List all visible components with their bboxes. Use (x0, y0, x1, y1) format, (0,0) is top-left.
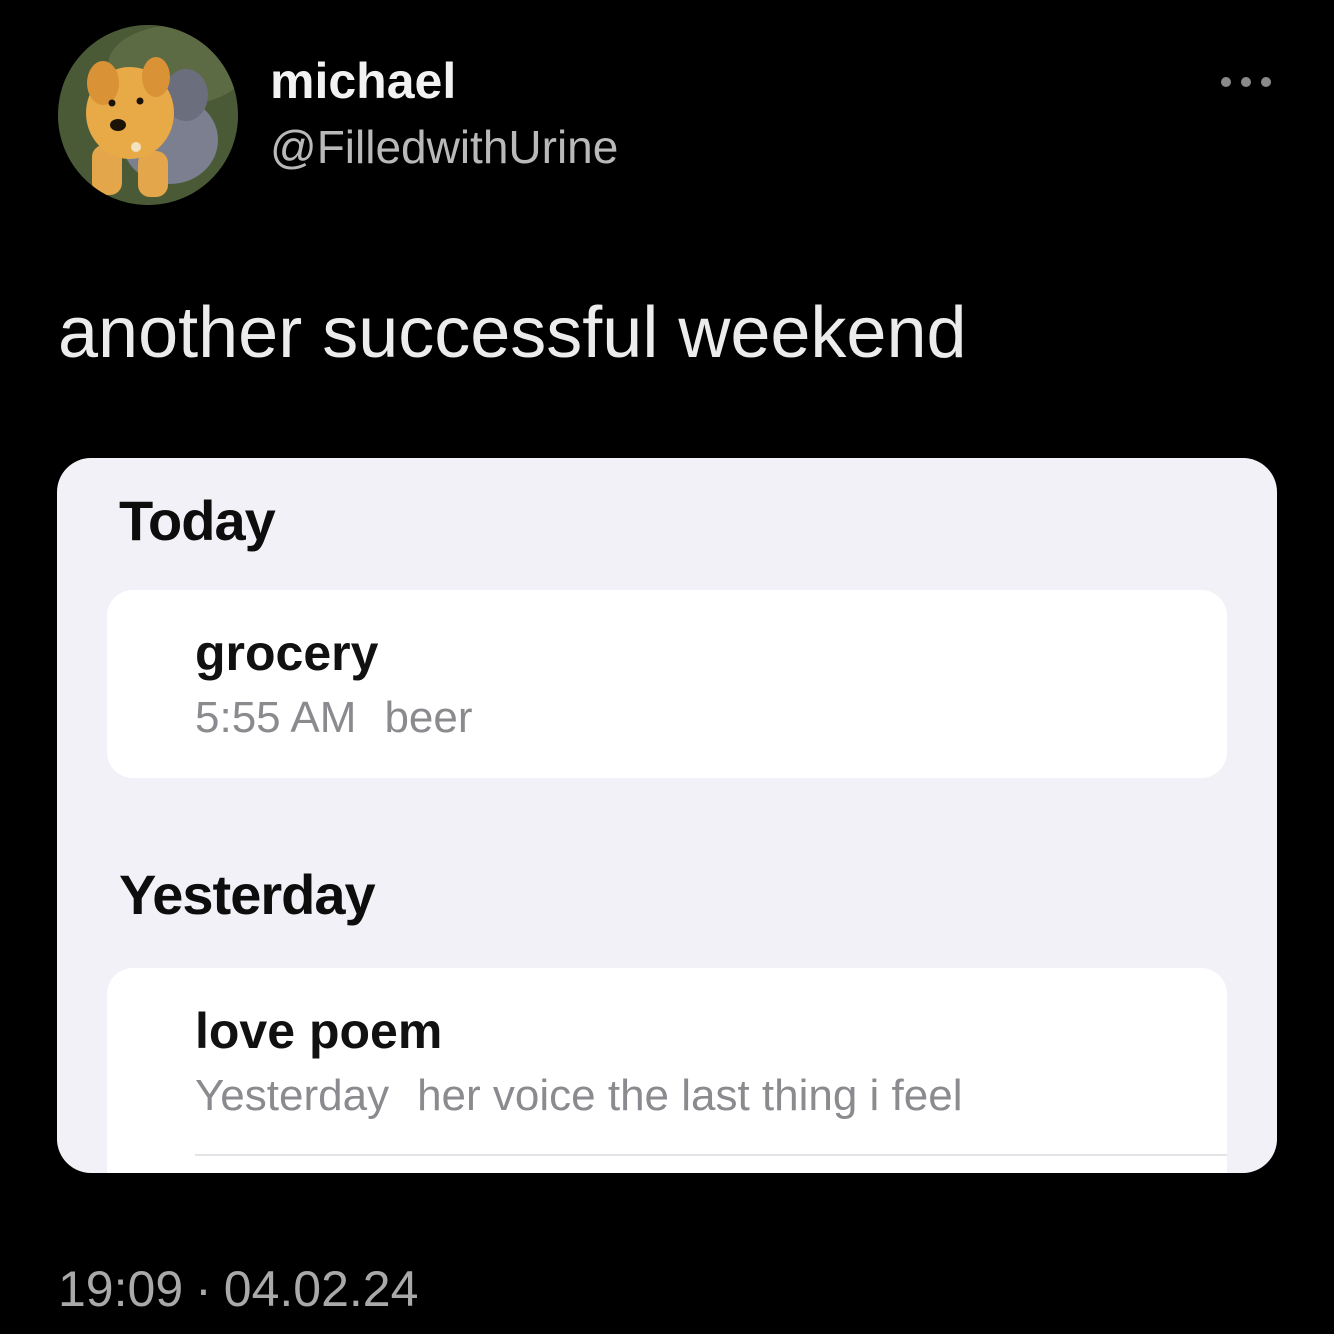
note-date: 5:55 AM (195, 693, 357, 742)
section-header-today: Today (119, 489, 276, 552)
note-preview: her voice the last thing i feel (417, 1071, 963, 1120)
section-header-yesterday: Yesterday (119, 863, 376, 926)
attached-notes-screenshot[interactable]: Today grocery 5:55 AM beer Yesterday love… (57, 458, 1277, 1173)
timestamp-separator: · (195, 1261, 212, 1317)
note-item-love-poem: love poem Yesterday her voice the last th… (107, 968, 1227, 1173)
more-dots-icon[interactable] (1218, 70, 1274, 94)
note-date: Yesterday (195, 1071, 390, 1120)
note-meta: Yesterday her voice the last thing i feel (195, 1071, 963, 1120)
note-preview: beer (384, 693, 473, 742)
note-title: grocery (195, 625, 379, 681)
author-display-name[interactable]: michael (270, 54, 456, 109)
note-meta: 5:55 AM beer (195, 693, 473, 742)
plush-dog-avatar-icon (58, 25, 238, 205)
tweet-timestamp[interactable]: 19:09 · 04.02.24 (58, 1262, 418, 1317)
note-item-grocery: grocery 5:55 AM beer (107, 590, 1227, 778)
tweet-text: another successful weekend (58, 293, 967, 373)
tweet-time: 19:09 (58, 1261, 184, 1317)
author-handle[interactable]: @FilledwithUrine (270, 122, 618, 173)
note-divider (195, 1154, 1227, 1156)
tweet-date: 04.02.24 (223, 1261, 419, 1317)
avatar[interactable] (58, 25, 238, 205)
note-title: love poem (195, 1003, 443, 1059)
